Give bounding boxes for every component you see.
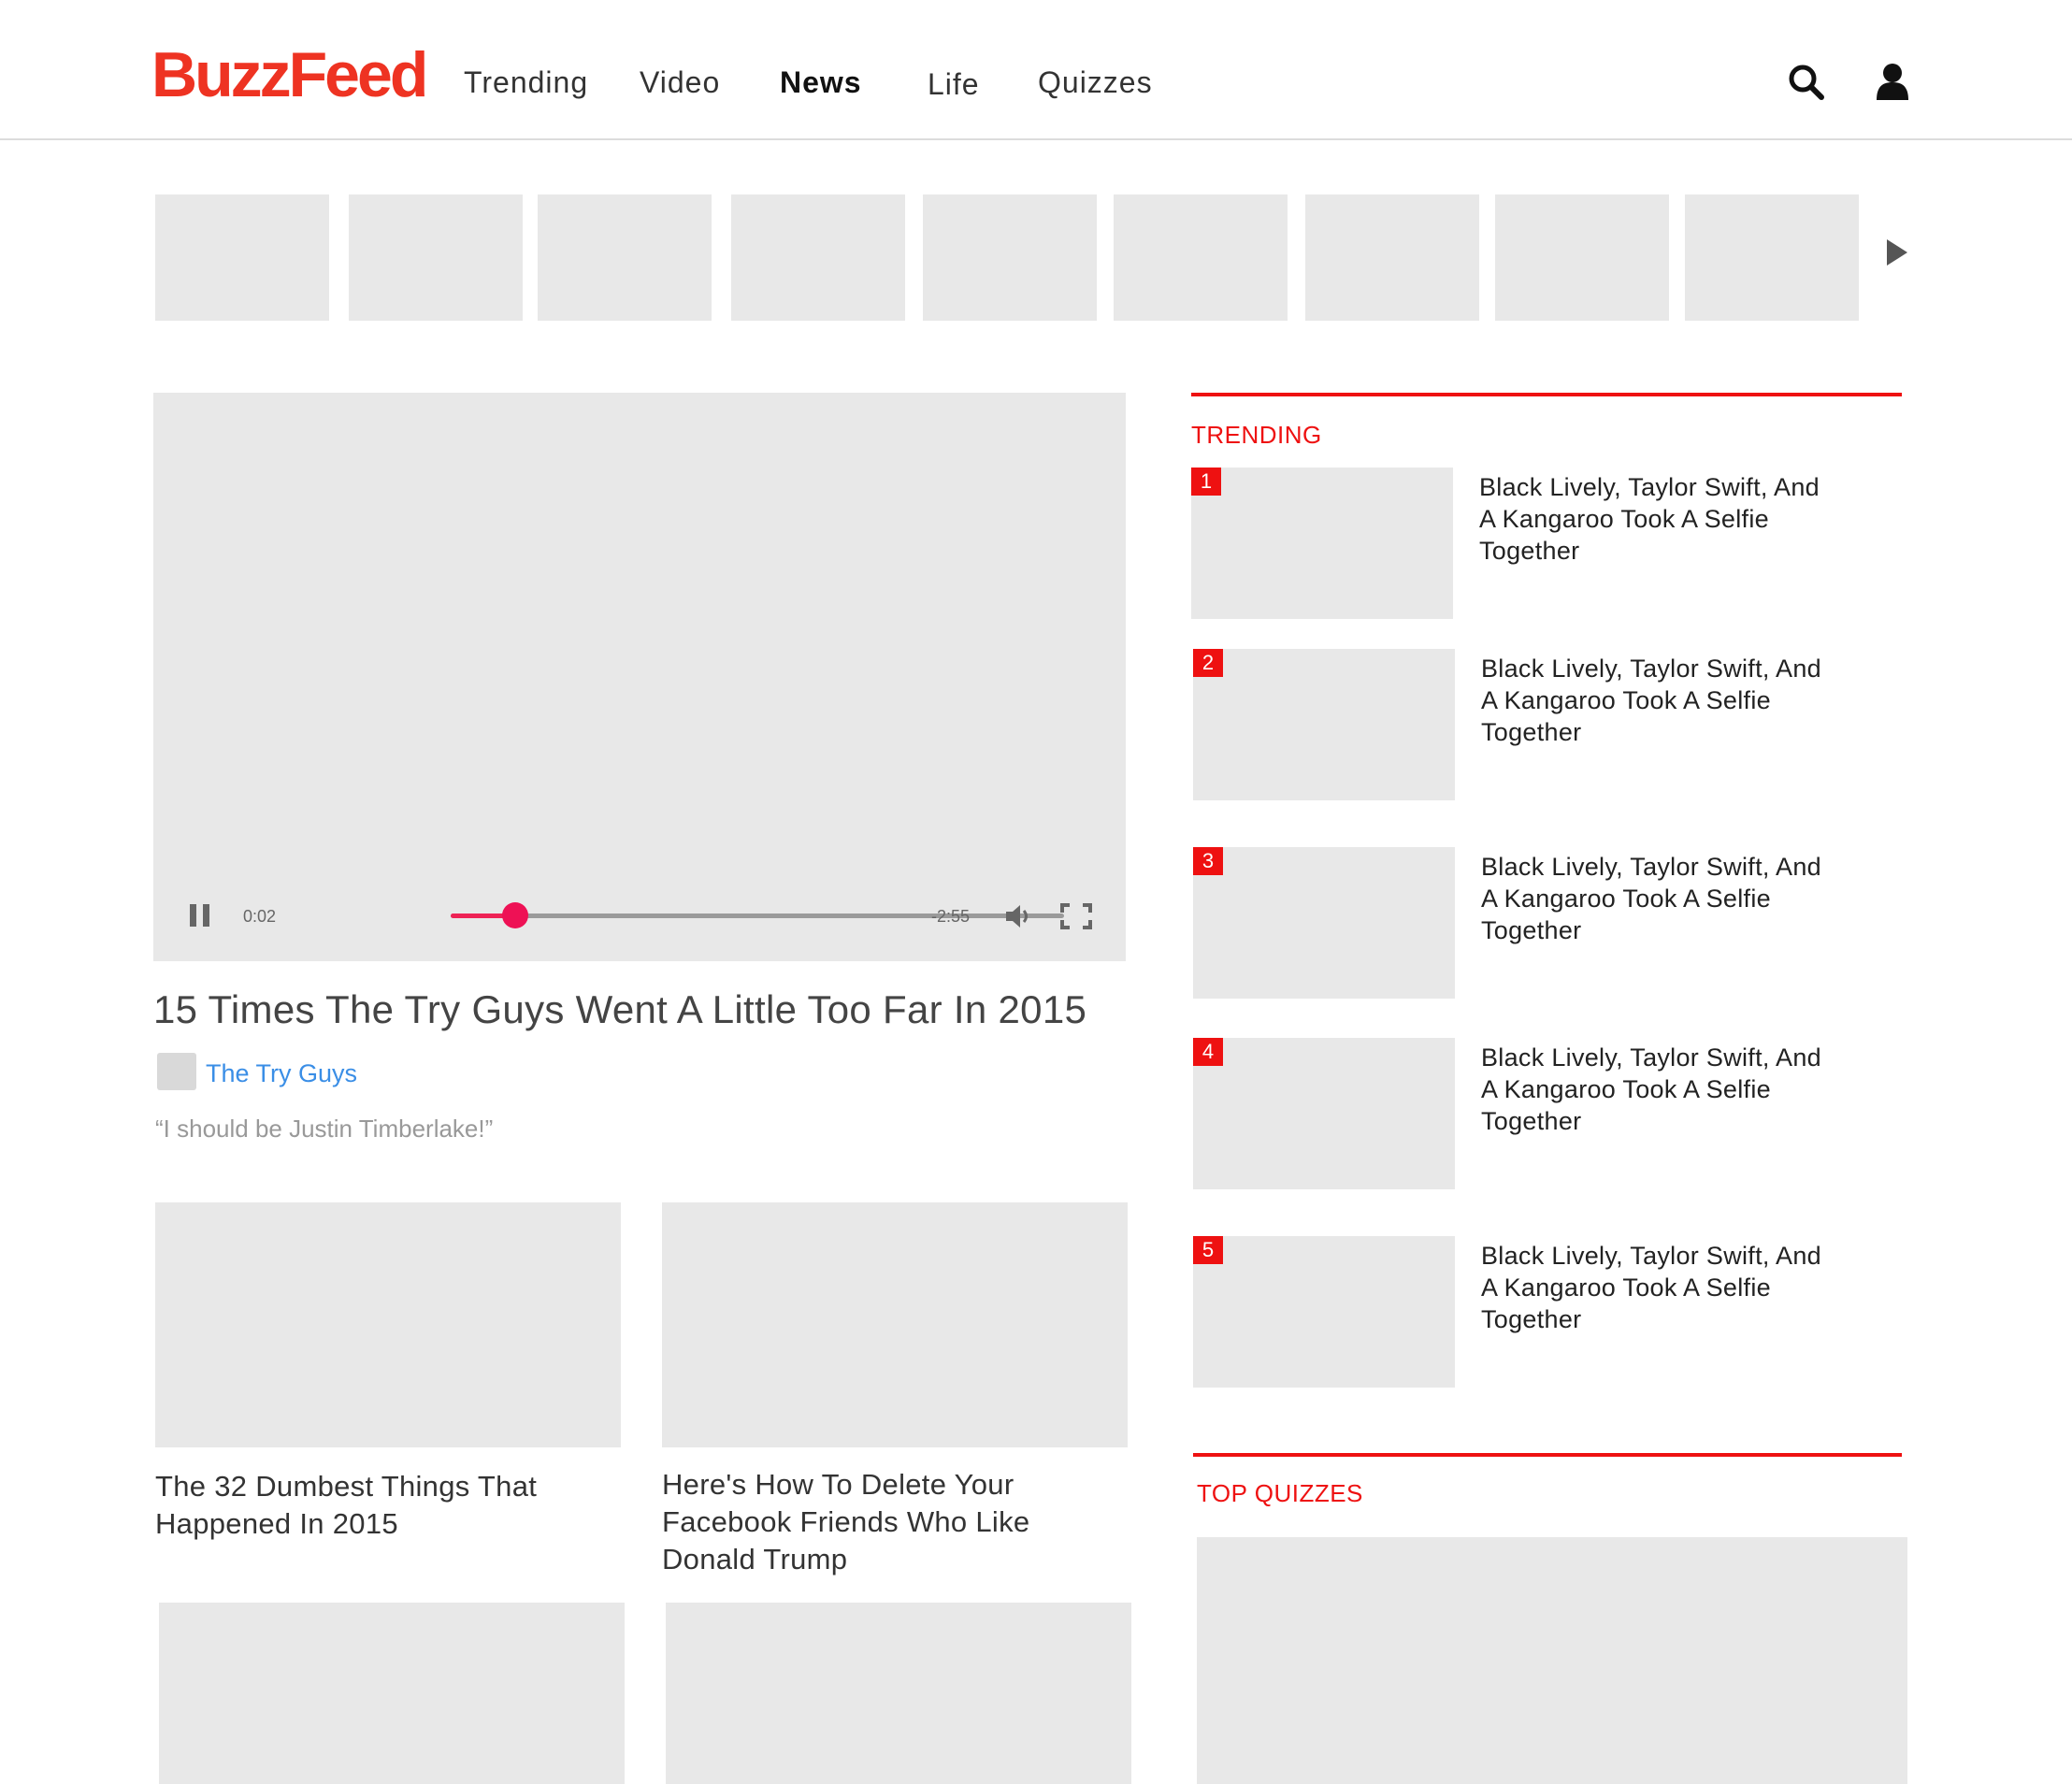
site-header: BuzzFeed Trending Video News Life Quizze… [0,0,2072,140]
article-card-image[interactable] [666,1603,1131,1784]
article-card-image[interactable] [155,1202,621,1447]
trending-item-title[interactable]: Black Lively, Taylor Swift, And A Kangar… [1481,851,1874,946]
video-title[interactable]: 15 Times The Try Guys Went A Little Too … [153,984,1086,1036]
section-divider [1193,1453,1902,1457]
article-card-title[interactable]: The 32 Dumbest Things That Happened In 2… [155,1468,641,1543]
search-icon[interactable] [1788,64,1825,101]
title-line: Here's How To Delete Your [662,1468,1014,1501]
strip-thumbnail[interactable] [538,194,712,321]
rank-badge: 2 [1193,649,1223,677]
trending-item-title[interactable]: Black Lively, Taylor Swift, And A Kangar… [1479,471,1872,567]
user-icon[interactable] [1874,62,1911,101]
volume-icon[interactable] [1004,903,1034,929]
trending-item-image[interactable]: 1 [1191,468,1453,619]
rank-badge: 5 [1193,1236,1223,1264]
nav-life[interactable]: Life [928,62,980,107]
author-avatar[interactable] [157,1053,196,1090]
title-line: Black Lively, Taylor Swift, And [1481,1242,1821,1270]
title-line: Black Lively, Taylor Swift, And [1479,473,1820,501]
trending-item-image[interactable]: 4 [1193,1038,1455,1189]
title-line: Happened In 2015 [155,1507,398,1540]
title-line: Together [1481,1305,1582,1333]
title-line: Donald Trump [662,1543,848,1575]
title-line: A Kangaroo Took A Selfie [1479,505,1769,533]
section-divider [1191,393,1902,396]
article-card-title[interactable]: Here's How To Delete Your Facebook Frien… [662,1466,1148,1578]
trending-item-image[interactable]: 3 [1193,847,1455,999]
video-player[interactable]: 0:02 -2:55 [153,393,1126,961]
trending-item-image[interactable]: 5 [1193,1236,1455,1388]
seek-handle[interactable] [501,902,528,928]
title-line: Together [1481,1107,1582,1135]
trending-item-image[interactable]: 2 [1193,649,1455,800]
trending-item-title[interactable]: Black Lively, Taylor Swift, And A Kangar… [1481,1240,1874,1335]
article-card-image[interactable] [662,1202,1128,1447]
fullscreen-icon[interactable] [1060,903,1092,929]
chevron-right-icon[interactable] [1883,237,1911,267]
title-line: Together [1481,718,1582,746]
seek-bar[interactable] [451,902,1064,928]
title-line: Black Lively, Taylor Swift, And [1481,853,1821,881]
rank-badge: 4 [1193,1038,1223,1066]
pause-icon[interactable] [189,903,211,928]
title-line: Black Lively, Taylor Swift, And [1481,655,1821,683]
strip-thumbnail[interactable] [349,194,523,321]
nav-quizzes[interactable]: Quizzes [1038,60,1153,105]
nav-news[interactable]: News [780,60,862,105]
strip-thumbnail[interactable] [1114,194,1288,321]
top-quizzes-heading: TOP QUIZZES [1197,1479,1363,1507]
title-line: Together [1479,537,1580,565]
rank-badge: 1 [1191,468,1221,496]
strip-thumbnail[interactable] [1495,194,1669,321]
trending-item-title[interactable]: Black Lively, Taylor Swift, And A Kangar… [1481,1042,1874,1137]
title-line: Black Lively, Taylor Swift, And [1481,1043,1821,1072]
current-time: 0:02 [243,907,277,926]
title-line: A Kangaroo Took A Selfie [1481,1273,1771,1302]
title-line: Facebook Friends Who Like [662,1505,1030,1538]
strip-thumbnail[interactable] [1685,194,1859,321]
nav-video[interactable]: Video [640,60,720,105]
strip-thumbnail[interactable] [155,194,329,321]
title-line: A Kangaroo Took A Selfie [1481,1075,1771,1103]
strip-thumbnail[interactable] [923,194,1097,321]
video-description: “I should be Justin Timberlake!” [155,1115,494,1143]
strip-thumbnail[interactable] [731,194,905,321]
title-line: A Kangaroo Took A Selfie [1481,686,1771,714]
quiz-card-image[interactable] [1197,1537,1907,1784]
author-link[interactable]: The Try Guys [206,1057,357,1090]
trending-item-title[interactable]: Black Lively, Taylor Swift, And A Kangar… [1481,653,1874,748]
trending-heading: TRENDING [1191,421,1322,449]
nav-trending[interactable]: Trending [464,60,588,105]
title-line: The 32 Dumbest Things That [155,1470,538,1503]
rank-badge: 3 [1193,847,1223,875]
strip-thumbnail[interactable] [1305,194,1479,321]
article-card-image[interactable] [159,1603,625,1784]
title-line: Together [1481,916,1582,944]
remaining-time: -2:55 [931,907,971,926]
title-line: A Kangaroo Took A Selfie [1481,885,1771,913]
buzzfeed-logo[interactable]: BuzzFeed [151,37,428,112]
